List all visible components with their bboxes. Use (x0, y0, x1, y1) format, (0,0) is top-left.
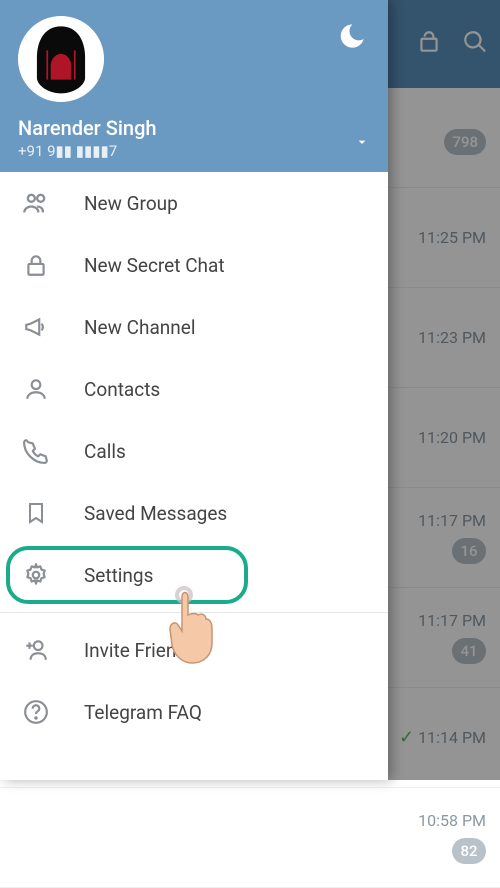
menu-invite-friends[interactable]: Invite Friends (0, 619, 388, 681)
navigation-drawer: Narender Singh +91 9▮▮ ▮▮▮▮7 New Group N… (0, 0, 388, 780)
group-icon (22, 189, 50, 217)
menu-label: Contacts (84, 378, 160, 401)
menu-new-channel[interactable]: New Channel (0, 296, 388, 358)
menu-label: New Secret Chat (84, 254, 225, 277)
person-add-icon (22, 636, 50, 664)
drawer-header: Narender Singh +91 9▮▮ ▮▮▮▮7 (0, 0, 388, 172)
menu-label: Invite Friends (84, 639, 197, 662)
person-icon (22, 375, 50, 403)
menu-label: New Group (84, 192, 178, 215)
menu-label: Settings (84, 564, 153, 587)
moon-icon[interactable] (338, 22, 366, 54)
bookmark-icon (22, 499, 50, 527)
menu-label: Saved Messages (84, 502, 227, 525)
menu-calls[interactable]: Calls (0, 420, 388, 482)
menu-telegram-faq[interactable]: Telegram FAQ (0, 681, 388, 743)
menu-label: Telegram FAQ (84, 701, 202, 724)
menu-saved-messages[interactable]: Saved Messages (0, 482, 388, 544)
user-phone: +91 9▮▮ ▮▮▮▮7 (18, 142, 157, 160)
help-icon (22, 698, 50, 726)
chevron-down-icon[interactable] (354, 134, 370, 160)
drawer-menu: New Group New Secret Chat New Channel Co… (0, 172, 388, 780)
unread-badge: 82 (452, 838, 486, 864)
lock-icon (22, 251, 50, 279)
menu-contacts[interactable]: Contacts (0, 358, 388, 420)
menu-new-group[interactable]: New Group (0, 172, 388, 234)
gear-icon (22, 561, 50, 589)
user-name: Narender Singh (18, 116, 157, 140)
avatar[interactable] (18, 16, 104, 102)
menu-divider (0, 612, 388, 613)
menu-new-secret-chat[interactable]: New Secret Chat (0, 234, 388, 296)
chat-row[interactable]: 10:58 PM 82 (0, 788, 500, 888)
menu-label: New Channel (84, 316, 195, 339)
menu-label: Calls (84, 440, 126, 463)
chat-time: 10:58 PM (418, 811, 486, 830)
megaphone-icon (22, 313, 50, 341)
phone-icon (22, 437, 50, 465)
menu-settings[interactable]: Settings (0, 544, 388, 606)
